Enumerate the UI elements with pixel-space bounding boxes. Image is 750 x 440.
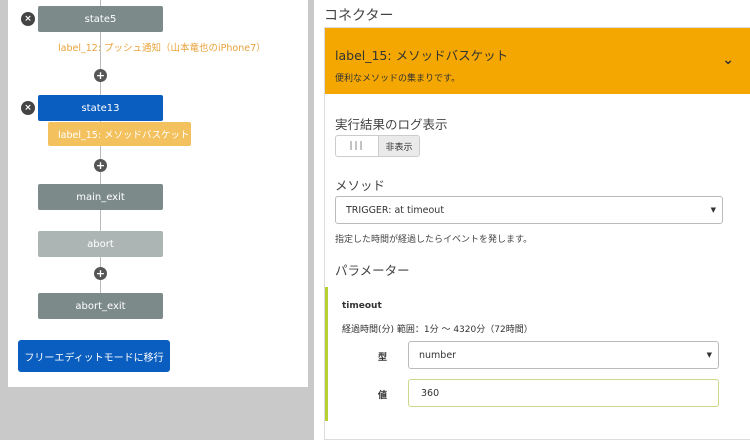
add-node-plus-icon[interactable]: +	[94, 267, 107, 280]
card-header[interactable]: label_15: メソッドバスケット 便利なメソッドの集まりです。 ⌄	[325, 28, 750, 94]
flow-label-15[interactable]: label_15: メソッドバスケット	[48, 122, 191, 146]
add-node-plus-icon[interactable]: +	[94, 69, 107, 82]
card-subtitle: 便利なメソッドの集まりです。	[335, 74, 461, 84]
connector-card: label_15: メソッドバスケット 便利なメソッドの集まりです。 ⌄ 実行結…	[324, 27, 750, 440]
select-arrow-icon: ▼	[710, 206, 716, 214]
log-display-label: 実行結果のログ表示	[335, 117, 448, 132]
log-display-toggle[interactable]: ||| 非表示	[335, 135, 420, 157]
flow-node-abort-exit[interactable]: abort_exit	[38, 293, 163, 319]
connector-panel: コネクター label_15: メソッドバスケット 便利なメソッドの集まりです。…	[314, 0, 750, 440]
value-input[interactable]: 360	[408, 379, 719, 407]
flow-node-state5[interactable]: state5	[38, 6, 163, 32]
select-arrow-icon: ▼	[706, 351, 712, 359]
method-select[interactable]: TRIGGER: at timeout ▼	[335, 196, 723, 224]
method-hint: 指定した時間が経過したらイベントを発します。	[335, 235, 533, 245]
flow-node-main-exit[interactable]: main_exit	[38, 184, 163, 210]
remove-node-icon[interactable]: ×	[21, 12, 35, 26]
flow-canvas: × state5 label_12: プッシュ通知（山本竜也のiPhone7） …	[8, 0, 308, 387]
chevron-down-icon[interactable]: ⌄	[722, 52, 734, 68]
flow-node-state13[interactable]: state13	[38, 95, 163, 121]
remove-node-icon[interactable]: ×	[21, 101, 35, 115]
toggle-on-segment[interactable]: |||	[336, 136, 378, 156]
free-edit-mode-button[interactable]: フリーエディットモードに移行	[18, 340, 170, 372]
add-node-plus-icon[interactable]: +	[94, 159, 107, 172]
value-label: 値	[378, 391, 388, 401]
parameter-timeout: timeout 経過時間(分) 範囲：1分 ～ 4320分（72時間） 型 nu…	[325, 287, 750, 421]
param-description: 経過時間(分) 範囲：1分 ～ 4320分（72時間）	[342, 325, 533, 335]
type-select[interactable]: number ▼	[408, 341, 719, 369]
method-label: メソッド	[335, 178, 386, 193]
type-label: 型	[378, 353, 388, 363]
param-name: timeout	[342, 301, 382, 311]
type-select-value: number	[419, 349, 457, 361]
flow-node-abort[interactable]: abort	[38, 231, 163, 257]
section-title: コネクター	[324, 8, 394, 24]
card-title: label_15: メソッドバスケット	[335, 48, 509, 63]
parameters-label: パラメーター	[335, 263, 410, 278]
toggle-off-segment[interactable]: 非表示	[378, 136, 419, 156]
method-select-value: TRIGGER: at timeout	[346, 204, 445, 216]
flow-label-12[interactable]: label_12: プッシュ通知（山本竜也のiPhone7）	[58, 40, 266, 54]
